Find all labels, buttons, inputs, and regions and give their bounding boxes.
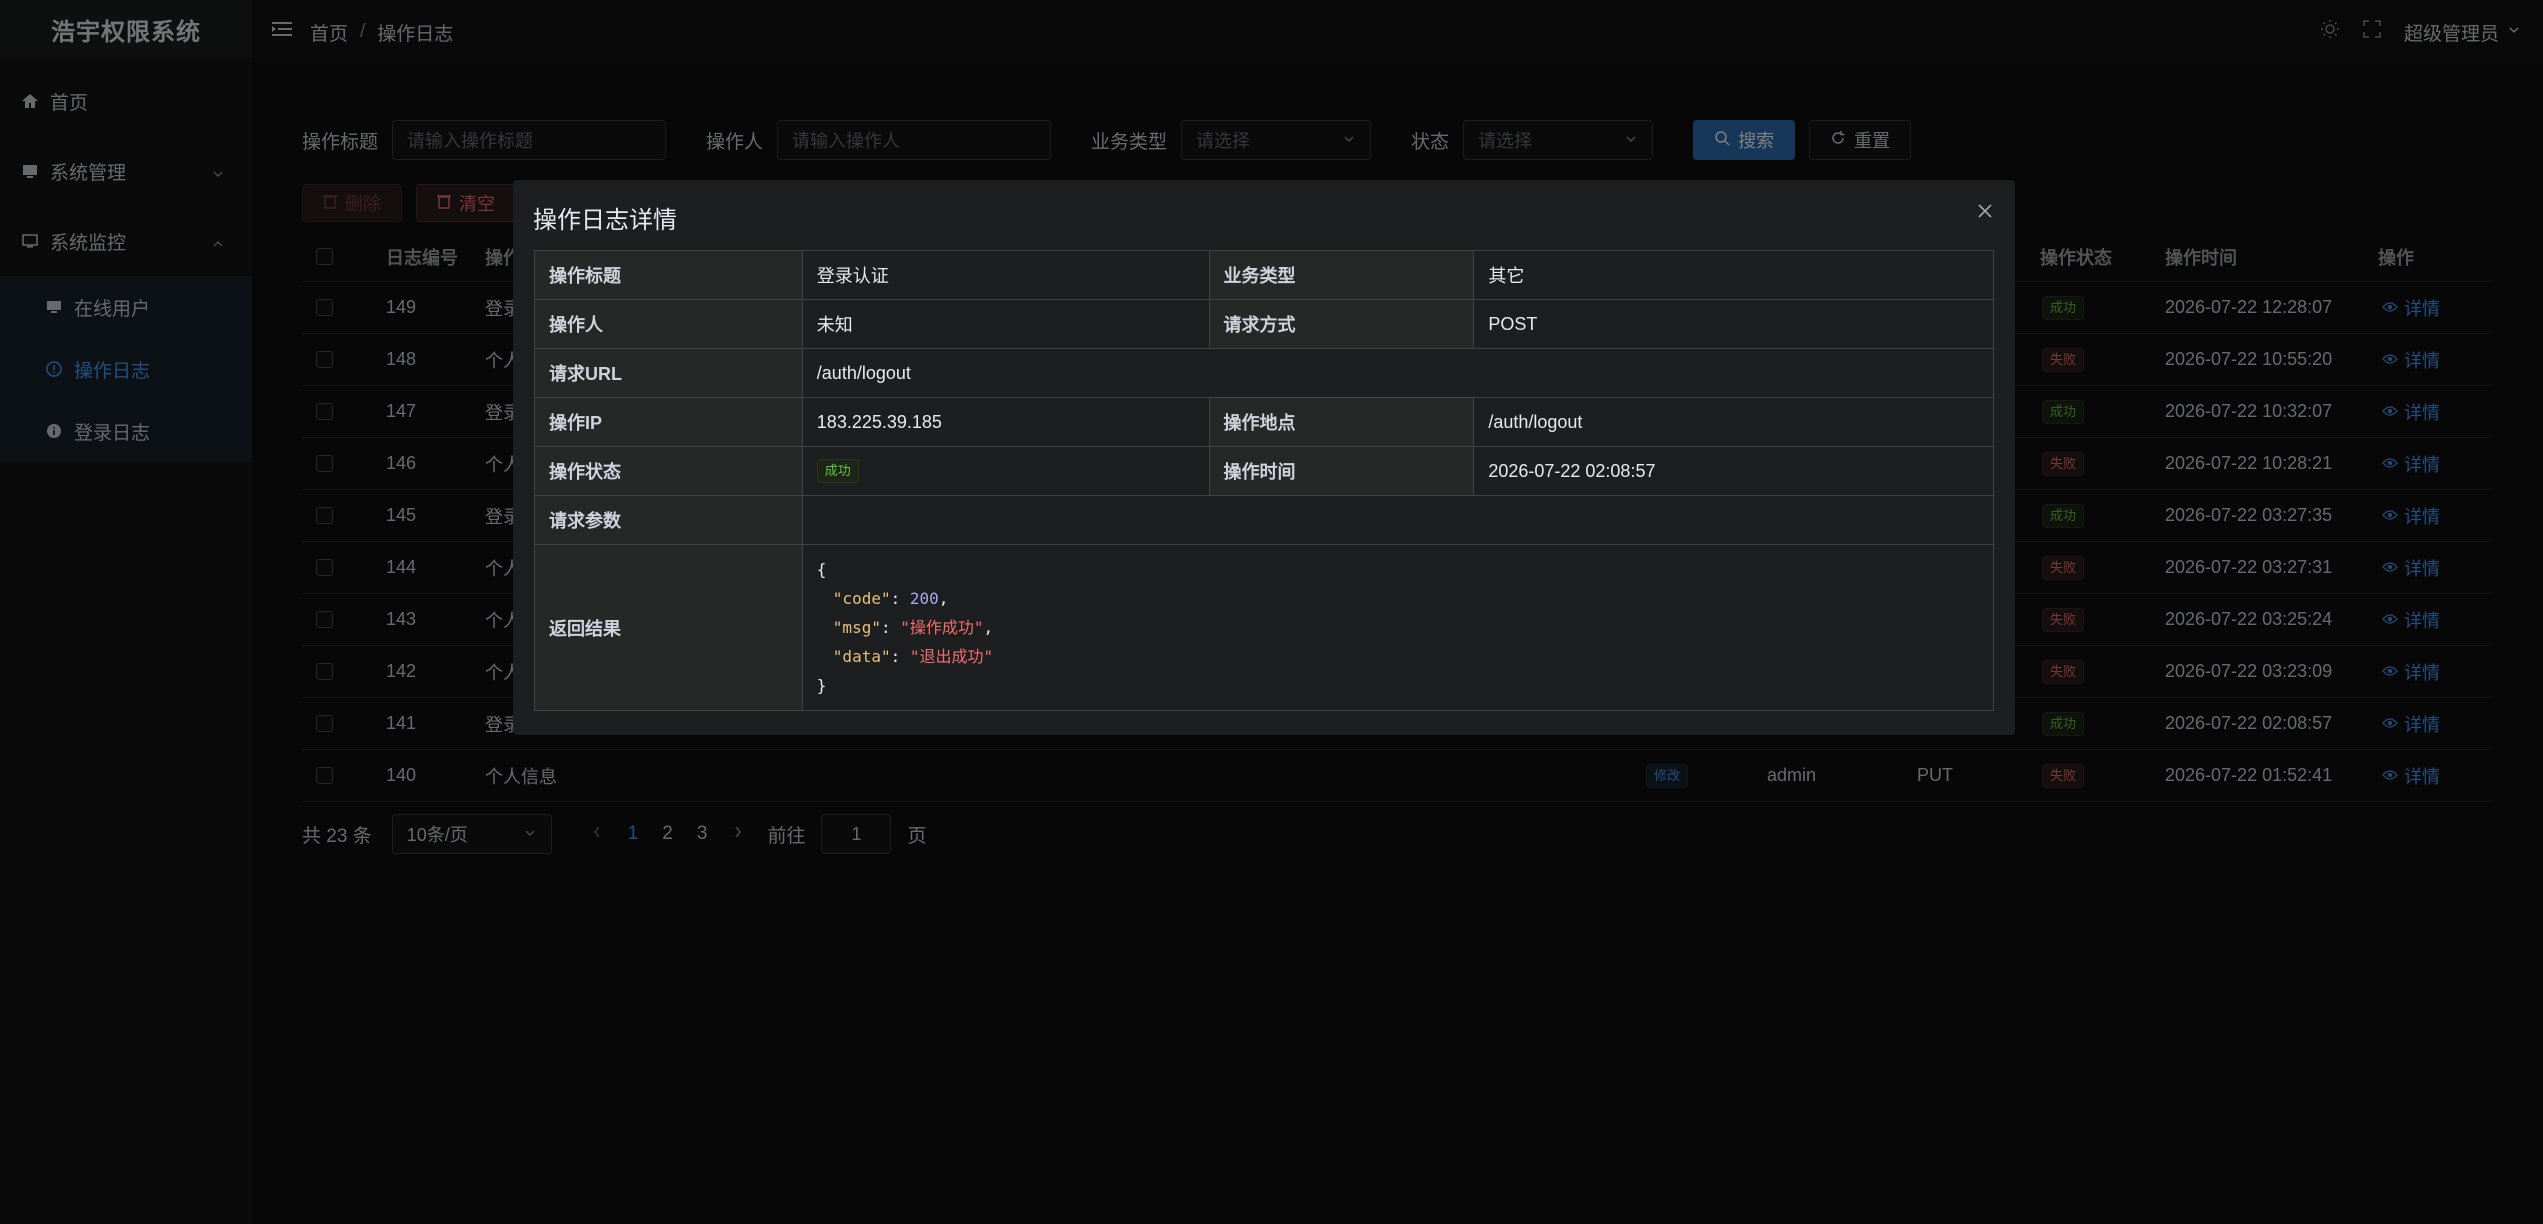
dialog-title: 操作日志详情 — [533, 207, 677, 234]
value-time: 2026-07-22 02:08:57 — [1473, 446, 1994, 496]
json-value: "退出成功" — [909, 647, 994, 666]
log-detail-dialog: 操作日志详情 操作标题 登录认证 业务类型 其它 操作人 未知 请求方式 POS… — [513, 180, 2015, 735]
label-biztype: 业务类型 — [1208, 250, 1475, 300]
json-open: { — [816, 560, 827, 579]
json-key: "msg" — [832, 618, 881, 637]
json-key: "data" — [832, 647, 891, 666]
label-status: 操作状态 — [534, 446, 803, 496]
label-result: 返回结果 — [534, 544, 803, 711]
detail-descriptions: 操作标题 登录认证 业务类型 其它 操作人 未知 请求方式 POST 请求URL… — [534, 250, 1995, 711]
json-value: 200 — [909, 589, 939, 608]
json-value: "操作成功" — [900, 618, 984, 637]
label-url: 请求URL — [534, 348, 803, 398]
json-close: } — [816, 676, 827, 695]
value-title: 登录认证 — [801, 250, 1210, 300]
value-location: /auth/logout — [1473, 397, 1994, 447]
value-ip: 183.225.39.185 — [801, 397, 1210, 447]
label-operator: 操作人 — [534, 299, 803, 349]
json-key: "code" — [832, 589, 891, 608]
status-tag: 成功 — [816, 459, 859, 483]
value-method: POST — [1473, 299, 1994, 349]
label-time: 操作时间 — [1208, 446, 1475, 496]
label-location: 操作地点 — [1208, 397, 1475, 447]
label-title: 操作标题 — [534, 250, 803, 300]
value-params — [801, 495, 1995, 545]
value-biztype: 其它 — [1473, 250, 1994, 300]
value-result-json: { "code": 200, "msg": "操作成功", "data": "退… — [801, 544, 1995, 711]
value-url: /auth/logout — [801, 348, 1995, 398]
value-operator: 未知 — [801, 299, 1210, 349]
close-icon[interactable] — [1977, 198, 1993, 226]
label-params: 请求参数 — [534, 495, 803, 545]
label-method: 请求方式 — [1208, 299, 1475, 349]
label-ip: 操作IP — [534, 397, 803, 447]
